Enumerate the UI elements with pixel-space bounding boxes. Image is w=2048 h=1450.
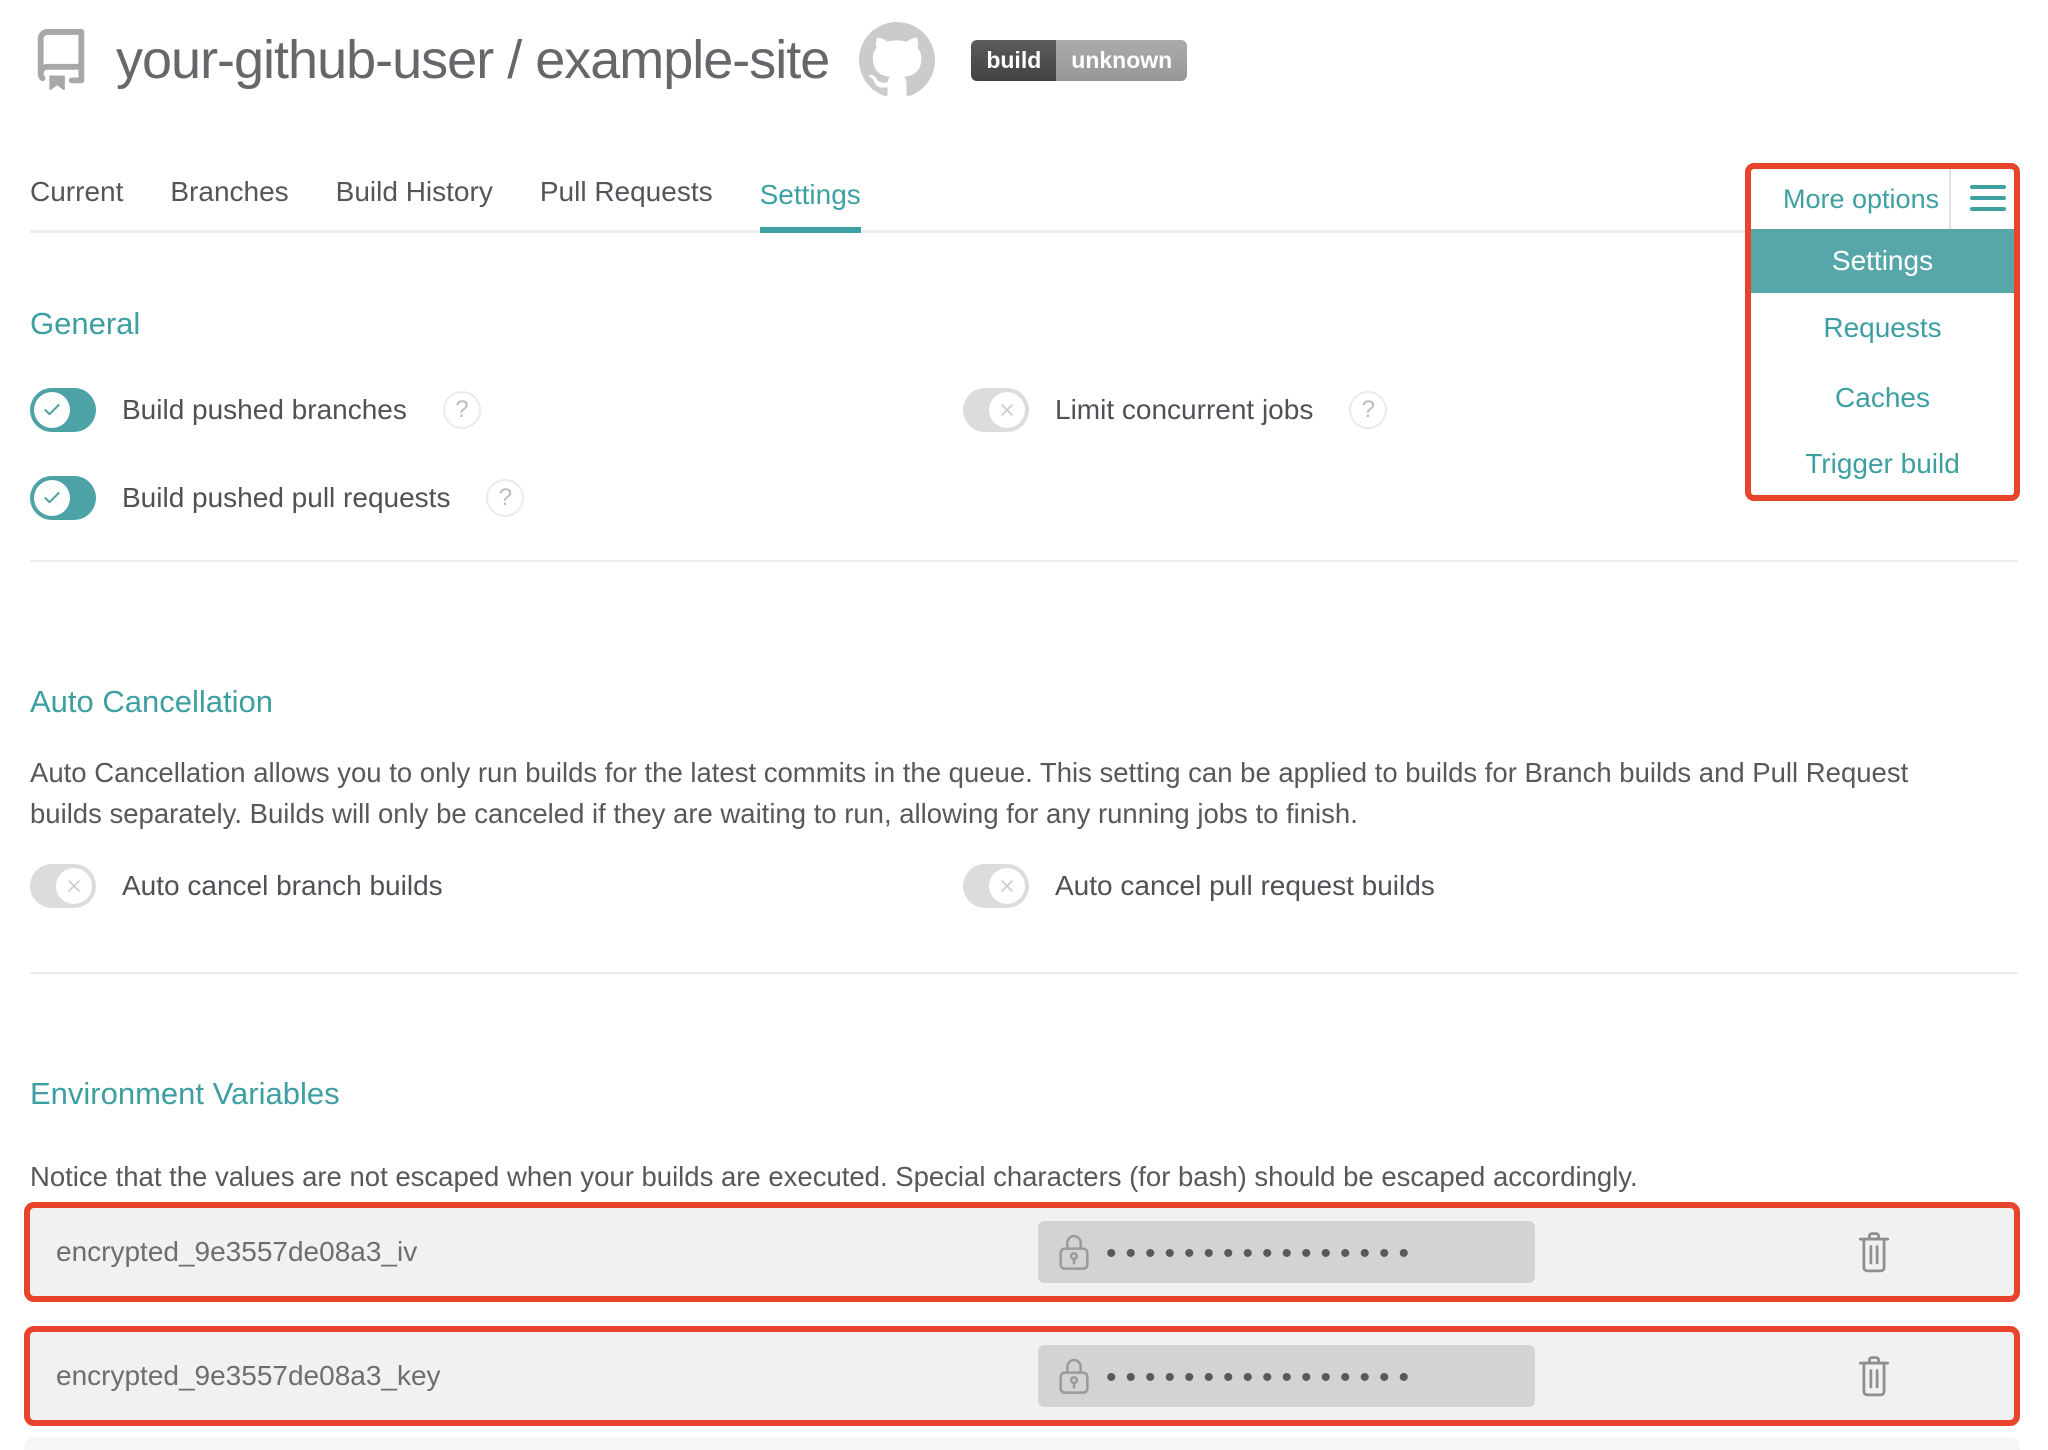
tab-pull-requests[interactable]: Pull Requests [540,176,713,230]
setting-auto-cancel-branch-builds: Auto cancel branch builds [30,864,443,908]
page-title: your-github-user / example-site [116,29,829,91]
setting-limit-concurrent-jobs: Limit concurrent jobs ? [963,388,1387,432]
toggle-label: Auto cancel branch builds [122,870,443,902]
tab-branches[interactable]: Branches [170,176,288,230]
help-icon[interactable]: ? [1349,391,1387,429]
repo-header: your-github-user / example-site build un… [30,22,1187,98]
toggle-label: Build pushed pull requests [122,482,450,514]
badge-status: unknown [1056,40,1187,81]
menu-item-trigger-build[interactable]: Trigger build [1751,433,2014,495]
tab-bar: Current Branches Build History Pull Requ… [30,176,2018,233]
tab-current[interactable]: Current [30,176,123,230]
menu-item-caches[interactable]: Caches [1751,363,2014,433]
repo-book-icon [30,29,92,91]
github-icon[interactable] [859,22,935,98]
env-var-row: encrypted_9e3557de08a3_iv ••••••••••••••… [24,1202,2020,1302]
menu-item-requests[interactable]: Requests [1751,293,2014,363]
build-status-badge: build unknown [971,40,1187,81]
menu-divider [1949,169,1951,229]
masked-value: •••••••••••••••• [1106,1236,1418,1269]
hamburger-icon[interactable] [1970,185,2006,218]
toggle-label: Build pushed branches [122,394,407,426]
section-divider [30,560,2018,562]
more-options-header[interactable]: More options [1751,169,2014,229]
section-divider [30,972,2018,974]
section-title-auto-cancellation: Auto Cancellation [30,684,273,720]
toggle-auto-cancel-pull-request-builds[interactable] [963,864,1029,908]
env-var-name[interactable]: encrypted_9e3557de08a3_iv [56,1236,417,1268]
toggle-build-pushed-branches[interactable] [30,388,96,432]
auto-cancellation-description: Auto Cancellation allows you to only run… [30,752,1965,834]
section-title-environment-variables: Environment Variables [30,1076,340,1112]
trash-icon[interactable] [1852,1351,1896,1401]
setting-build-pushed-branches: Build pushed branches ? [30,388,481,432]
toggle-label: Auto cancel pull request builds [1055,870,1435,902]
section-title-general: General [30,306,140,342]
badge-label: build [971,40,1056,81]
menu-item-settings[interactable]: Settings [1751,229,2014,293]
travis-settings-page: your-github-user / example-site build un… [0,0,2048,1450]
toggle-limit-concurrent-jobs[interactable] [963,388,1029,432]
tab-build-history[interactable]: Build History [336,176,493,230]
setting-auto-cancel-pull-request-builds: Auto cancel pull request builds [963,864,1435,908]
trash-icon[interactable] [1852,1227,1896,1277]
env-var-name[interactable]: encrypted_9e3557de08a3_key [56,1360,441,1392]
setting-build-pushed-pull-requests: Build pushed pull requests ? [30,476,524,520]
help-icon[interactable]: ? [486,479,524,517]
check-icon [34,392,70,428]
toggle-auto-cancel-branch-builds[interactable] [30,864,96,908]
more-options-menu: More options Settings Requests Caches Tr… [1745,163,2020,501]
lock-icon [1054,1230,1094,1274]
tab-settings[interactable]: Settings [760,179,861,233]
x-icon [989,392,1025,428]
next-row-edge [24,1438,2020,1450]
environment-variables-notice: Notice that the values are not escaped w… [30,1156,1990,1197]
masked-value: •••••••••••••••• [1106,1360,1418,1393]
check-icon [34,480,70,516]
lock-icon [1054,1354,1094,1398]
help-icon[interactable]: ? [443,391,481,429]
more-options-label: More options [1783,184,1939,215]
toggle-build-pushed-pull-requests[interactable] [30,476,96,520]
env-var-row: encrypted_9e3557de08a3_key •••••••••••••… [24,1326,2020,1426]
toggle-label: Limit concurrent jobs [1055,394,1313,426]
env-var-value-field[interactable]: •••••••••••••••• [1038,1221,1535,1283]
x-icon [56,868,92,904]
x-icon [989,868,1025,904]
env-var-value-field[interactable]: •••••••••••••••• [1038,1345,1535,1407]
